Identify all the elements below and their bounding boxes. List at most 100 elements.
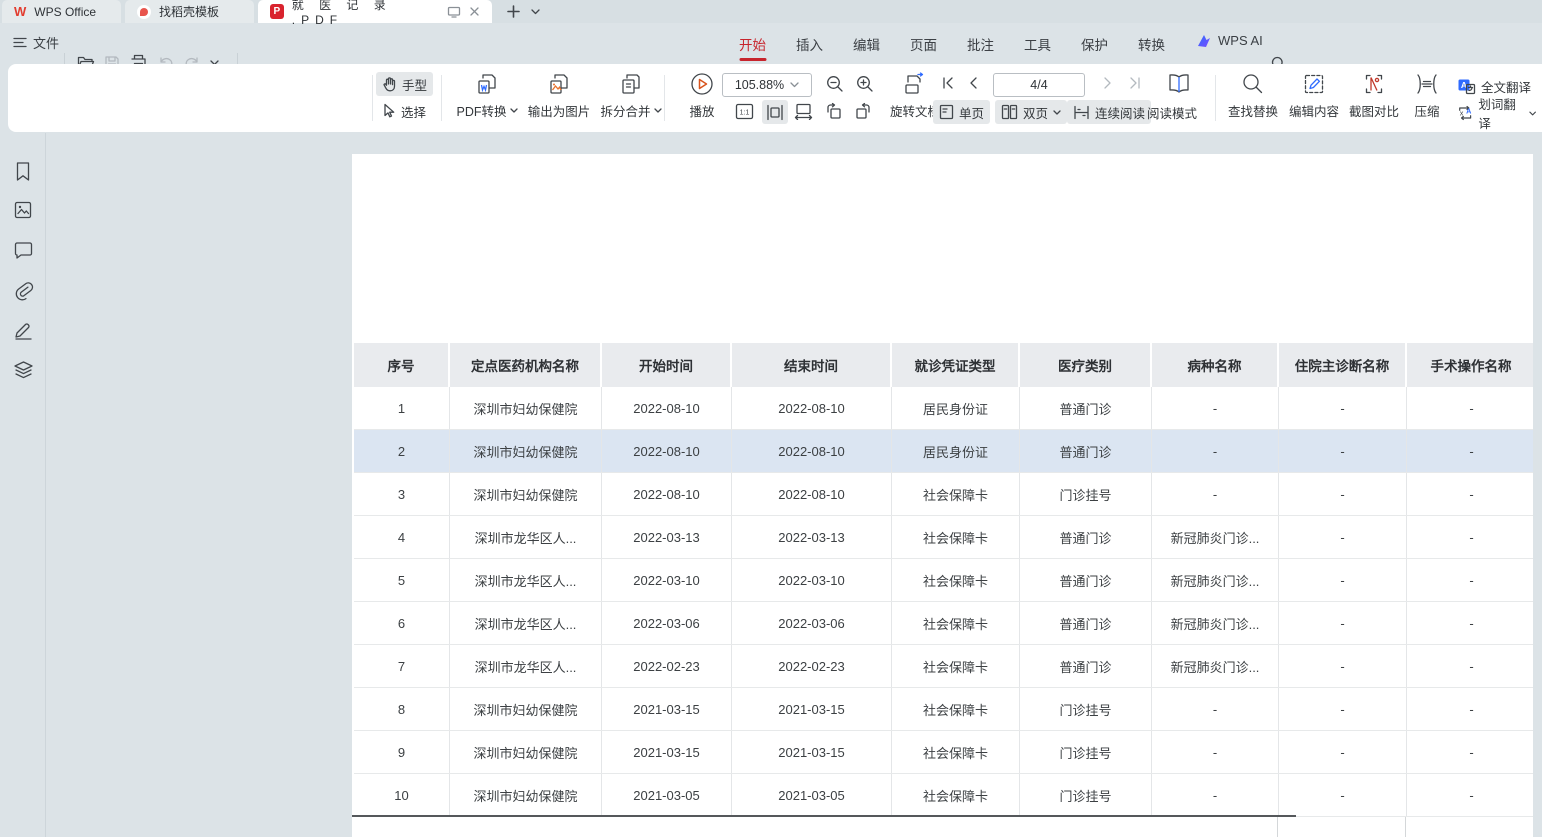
menu-item-page[interactable]: 页面	[910, 24, 937, 64]
rotate-left-icon[interactable]	[824, 102, 843, 120]
table-cell: 7	[354, 645, 450, 687]
table-cell: -	[1279, 430, 1407, 472]
zoom-level-select[interactable]: 105.88%	[722, 73, 812, 97]
table-cell: 普通门诊	[1020, 430, 1152, 472]
table-cell: -	[1279, 774, 1407, 816]
select-tool-button[interactable]: 选择	[376, 99, 432, 123]
chevron-down-icon	[1053, 110, 1061, 115]
tab-bar: W WPS Office 找稻壳模板 P 就 医 记 录 .PDF	[0, 0, 1542, 23]
signature-icon[interactable]	[13, 320, 34, 340]
table-cell: -	[1407, 774, 1533, 816]
new-tab-icon[interactable]	[506, 4, 521, 19]
chevron-down-icon	[790, 82, 799, 88]
column-header: 手术操作名称	[1407, 343, 1533, 387]
table-cell: 2022-08-10	[602, 473, 732, 515]
tab-docer-templates[interactable]: 找稻壳模板	[125, 0, 254, 23]
table-header-row: 序号定点医药机构名称开始时间结束时间就诊凭证类型医疗类别病种名称住院主诊断名称手…	[354, 343, 1533, 387]
layers-icon[interactable]	[13, 360, 34, 380]
full-translate-label: 全文翻译	[1481, 77, 1531, 96]
word-translate-button[interactable]: Ax 划词翻译	[1451, 101, 1542, 125]
menu-item-protect[interactable]: 保护	[1081, 24, 1108, 64]
monitor-icon[interactable]	[447, 6, 461, 18]
tab-label: WPS Office	[34, 5, 96, 19]
tab-wps-office[interactable]: W WPS Office	[2, 0, 121, 23]
table-cell: -	[1152, 731, 1279, 773]
play-button[interactable]: 播放	[676, 70, 728, 120]
table-cell: 2022-08-10	[732, 387, 892, 429]
wps-ai-button[interactable]: WPS AI	[1196, 33, 1263, 48]
wps-ai-logo-icon	[1196, 34, 1212, 48]
chevron-down-icon	[510, 108, 518, 113]
edit-content-icon	[1302, 70, 1326, 98]
table-row: 6深圳市龙华区人...2022-03-062022-03-06社会保障卡普通门诊…	[354, 602, 1533, 645]
table-cell: -	[1152, 473, 1279, 515]
table-cell: 2022-03-06	[602, 602, 732, 644]
export-image-label: 输出为图片	[528, 101, 591, 120]
table-cell: -	[1407, 602, 1533, 644]
zoom-in-icon[interactable]	[856, 75, 874, 93]
screenshot-compare-button[interactable]: 截图对比	[1342, 70, 1406, 120]
continuous-read-button[interactable]: 连续阅读	[1067, 100, 1151, 124]
table-cell: 10	[354, 774, 450, 816]
table-cell: 社会保障卡	[892, 473, 1020, 515]
chevron-down-icon	[1529, 111, 1536, 116]
tab-document-pdf[interactable]: P 就 医 记 录 .PDF	[258, 0, 492, 23]
table-cell: -	[1407, 559, 1533, 601]
read-mode-button[interactable]: 阅读模式	[1141, 100, 1203, 124]
file-menu-button[interactable]: 文件	[13, 33, 59, 52]
split-merge-button[interactable]: 拆分合并	[592, 70, 670, 120]
next-page-icon[interactable]	[1103, 76, 1113, 90]
rotate-right-icon[interactable]	[854, 102, 873, 120]
compress-button[interactable]: 压缩	[1403, 70, 1451, 120]
fit-width-icon[interactable]	[762, 100, 788, 124]
fit-page-icon[interactable]	[794, 103, 813, 120]
svg-text:1:1: 1:1	[740, 110, 750, 117]
thumbnail-icon[interactable]	[13, 200, 33, 220]
actual-size-icon[interactable]: 1:1	[735, 103, 754, 120]
double-page-button[interactable]: 双页	[995, 100, 1067, 124]
hand-tool-button[interactable]: 手型	[376, 72, 433, 96]
menu-item-tools[interactable]: 工具	[1024, 24, 1051, 64]
pdf-convert-button[interactable]: PDF转换	[448, 70, 526, 120]
table-cell: -	[1152, 688, 1279, 730]
comment-icon[interactable]	[13, 241, 34, 260]
single-page-button[interactable]: 单页	[933, 100, 990, 124]
table-cell: 2022-08-10	[732, 473, 892, 515]
table-cell: 2022-08-10	[602, 387, 732, 429]
edit-content-button[interactable]: 编辑内容	[1282, 70, 1346, 120]
prev-page-icon[interactable]	[968, 76, 978, 90]
read-mode-label: 阅读模式	[1147, 103, 1197, 122]
hand-icon	[382, 76, 397, 92]
menu-item-edit[interactable]: 编辑	[853, 24, 880, 64]
table-cell: 2022-03-06	[732, 602, 892, 644]
menu-item-home[interactable]: 开始	[739, 24, 766, 64]
hand-tool-label: 手型	[402, 75, 427, 94]
tab-label: 找稻壳模板	[159, 3, 219, 20]
bookmark-icon[interactable]	[13, 161, 33, 183]
close-tab-icon[interactable]	[469, 6, 480, 17]
chevron-down-icon	[654, 108, 662, 113]
export-image-icon	[547, 70, 571, 98]
find-replace-button[interactable]: 查找替换	[1221, 70, 1285, 120]
first-page-icon[interactable]	[941, 76, 955, 90]
last-page-icon[interactable]	[1128, 76, 1142, 90]
table-row: 9深圳市妇幼保健院2021-03-152021-03-15社会保障卡门诊挂号--…	[354, 731, 1533, 774]
zoom-out-icon[interactable]	[826, 75, 844, 93]
ribbon-toolbar: 手型 选择 PDF转换 输出为图片 拆分合并 播放 105.88%	[8, 64, 1542, 132]
table-cell: 社会保障卡	[892, 559, 1020, 601]
export-image-button[interactable]: 输出为图片	[520, 70, 598, 120]
page-number-input[interactable]: 4/4	[993, 73, 1085, 97]
attachment-icon[interactable]	[13, 280, 34, 301]
menu-item-convert[interactable]: 转换	[1138, 24, 1165, 64]
menu-item-insert[interactable]: 插入	[796, 24, 823, 64]
file-menu-label: 文件	[33, 33, 59, 52]
table-cell: 深圳市龙华区人...	[450, 602, 602, 644]
continuous-read-label: 连续阅读	[1095, 103, 1145, 122]
table-cell: 深圳市妇幼保健院	[450, 430, 602, 472]
table-cell: 2022-08-10	[732, 430, 892, 472]
menu-item-comment[interactable]: 批注	[967, 24, 994, 64]
table-cell: -	[1407, 645, 1533, 687]
tab-list-chevron-icon[interactable]	[531, 9, 540, 15]
table-cell: 普通门诊	[1020, 559, 1152, 601]
wps-ai-label: WPS AI	[1218, 33, 1263, 48]
